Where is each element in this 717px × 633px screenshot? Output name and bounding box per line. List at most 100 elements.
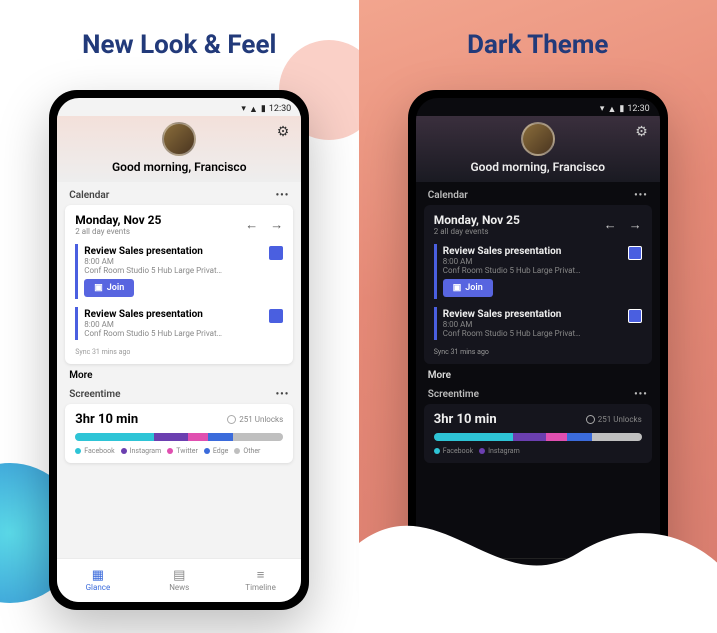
wifi-icon: ▲ — [607, 104, 616, 115]
legend-label: Instagram — [130, 447, 162, 455]
legend-swatch — [121, 448, 127, 454]
status-time: 12:30 — [627, 104, 649, 114]
teams-icon — [269, 309, 283, 323]
arrow-left-icon[interactable]: ← — [604, 217, 617, 233]
screentime-heading: Screentime — [428, 389, 479, 400]
legend-label: Twitter — [176, 447, 198, 455]
event-time: 8:00 AM — [84, 257, 283, 266]
legend-item: Other — [234, 447, 260, 455]
screentime-card[interactable]: 3hr 10 min 251 Unlocks FacebookInstagram — [424, 404, 652, 463]
event-title: Review Sales presentation — [84, 246, 283, 257]
event-location: Conf Room Studio 5 Hub Large Privat… — [84, 266, 244, 275]
nav-icon: ▤ — [173, 569, 185, 582]
gear-icon[interactable]: ⚙ — [277, 124, 290, 140]
arrow-left-icon[interactable]: ← — [245, 217, 258, 233]
calendar-more-icon[interactable]: ••• — [634, 190, 648, 201]
status-bar: ▾ ▲ ▮ 12:30 — [416, 98, 660, 116]
calendar-heading: Calendar — [428, 190, 468, 201]
join-button[interactable]: ▣ Join — [443, 279, 493, 297]
status-bar: ▾ ▲ ▮ 12:30 — [57, 98, 301, 116]
legend-swatch — [434, 448, 440, 454]
calendar-event[interactable]: Review Sales presentation 8:00 AM Conf R… — [434, 307, 642, 340]
gear-icon[interactable]: ⚙ — [635, 124, 648, 140]
screentime-more-icon[interactable]: ••• — [634, 389, 648, 400]
avatar[interactable] — [521, 122, 555, 156]
video-icon: ▣ — [453, 283, 462, 293]
join-button[interactable]: ▣ Join — [84, 279, 134, 297]
bar-segment-other — [233, 433, 283, 441]
event-title: Review Sales presentation — [443, 246, 642, 257]
event-time: 8:00 AM — [443, 320, 642, 329]
signal-icon: ▾ — [241, 104, 246, 114]
calendar-event[interactable]: Review Sales presentation 8:00 AM Conf R… — [75, 307, 283, 340]
join-label: Join — [465, 283, 482, 293]
event-title: Review Sales presentation — [443, 309, 642, 320]
bar-segment-edge — [567, 433, 592, 441]
bar-segment-instagram — [154, 433, 187, 441]
screentime-bar — [434, 433, 642, 441]
sync-status: Sync 31 mins ago — [75, 348, 283, 356]
event-time: 8:00 AM — [84, 320, 283, 329]
screentime-unlocks: 251 Unlocks — [586, 415, 642, 424]
nav-glance[interactable]: ▦Glance — [57, 559, 138, 602]
legend-item: Edge — [204, 447, 229, 455]
phone-light: ▾ ▲ ▮ 12:30 ⚙ Good morning, Francisco Ca… — [49, 90, 309, 610]
avatar[interactable] — [162, 122, 196, 156]
fingerprint-icon — [227, 415, 236, 424]
legend-label: Edge — [213, 447, 229, 455]
fingerprint-icon — [586, 415, 595, 424]
legend-swatch — [479, 448, 485, 454]
panel-title-right: Dark Theme — [467, 30, 608, 60]
calendar-allday: 2 all day events — [75, 227, 161, 236]
nav-label: Glance — [525, 583, 550, 592]
calendar-more-link[interactable]: More — [428, 370, 648, 381]
teams-icon — [628, 309, 642, 323]
teams-icon — [628, 246, 642, 260]
event-location: Conf Room Studio 5 Hub Large Privat… — [443, 266, 603, 275]
nav-glance[interactable]: ▦Glance — [416, 559, 660, 602]
greeting: Good morning, Francisco — [57, 160, 301, 174]
nav-news[interactable]: ▤News — [139, 559, 220, 602]
bar-segment-facebook — [75, 433, 154, 441]
calendar-card: Monday, Nov 25 2 all day events ← → Revi… — [424, 205, 652, 364]
legend-item: Facebook — [75, 447, 114, 455]
legend-item: Instagram — [479, 447, 520, 455]
legend-label: Facebook — [84, 447, 114, 455]
bottom-nav: ▦Glance — [416, 558, 660, 602]
screentime-card[interactable]: 3hr 10 min 251 Unlocks FacebookInstagram… — [65, 404, 293, 463]
event-location: Conf Room Studio 5 Hub Large Privat… — [443, 329, 603, 338]
legend-item: Twitter — [167, 447, 198, 455]
nav-timeline[interactable]: ≡Timeline — [220, 559, 301, 602]
calendar-event[interactable]: Review Sales presentation 8:00 AM Conf R… — [434, 244, 642, 299]
bar-segment-other — [592, 433, 642, 441]
legend-swatch — [204, 448, 210, 454]
screentime-legend: FacebookInstagram — [434, 447, 642, 455]
calendar-event[interactable]: Review Sales presentation 8:00 AM Conf R… — [75, 244, 283, 299]
bar-segment-edge — [208, 433, 233, 441]
screentime-legend: Facebook Instagram Twitter Edge Other — [75, 447, 283, 455]
bar-segment-twitter — [546, 433, 567, 441]
join-label: Join — [107, 283, 124, 293]
arrow-right-icon[interactable]: → — [270, 217, 283, 233]
sync-status: Sync 31 mins ago — [434, 348, 642, 356]
calendar-more-icon[interactable]: ••• — [276, 190, 290, 201]
arrow-right-icon[interactable]: → — [629, 217, 642, 233]
calendar-card: Monday, Nov 25 2 all day events ← → Revi… — [65, 205, 293, 364]
bar-segment-facebook — [434, 433, 513, 441]
calendar-allday: 2 all day events — [434, 227, 520, 236]
calendar-more-link[interactable]: More — [69, 370, 289, 381]
legend-label: Instagram — [488, 447, 520, 455]
event-location: Conf Room Studio 5 Hub Large Privat… — [84, 329, 244, 338]
screentime-bar — [75, 433, 283, 441]
nav-icon: ▦ — [92, 569, 104, 582]
teams-icon — [269, 246, 283, 260]
nav-label: Timeline — [245, 583, 276, 592]
bottom-nav: ▦Glance▤News≡Timeline — [57, 558, 301, 602]
legend-swatch — [234, 448, 240, 454]
nav-icon: ▦ — [532, 569, 544, 582]
screentime-more-icon[interactable]: ••• — [276, 389, 290, 400]
nav-label: News — [169, 583, 189, 592]
screentime-total: 3hr 10 min — [434, 412, 497, 427]
signal-icon: ▾ — [600, 104, 605, 114]
calendar-heading: Calendar — [69, 190, 109, 201]
